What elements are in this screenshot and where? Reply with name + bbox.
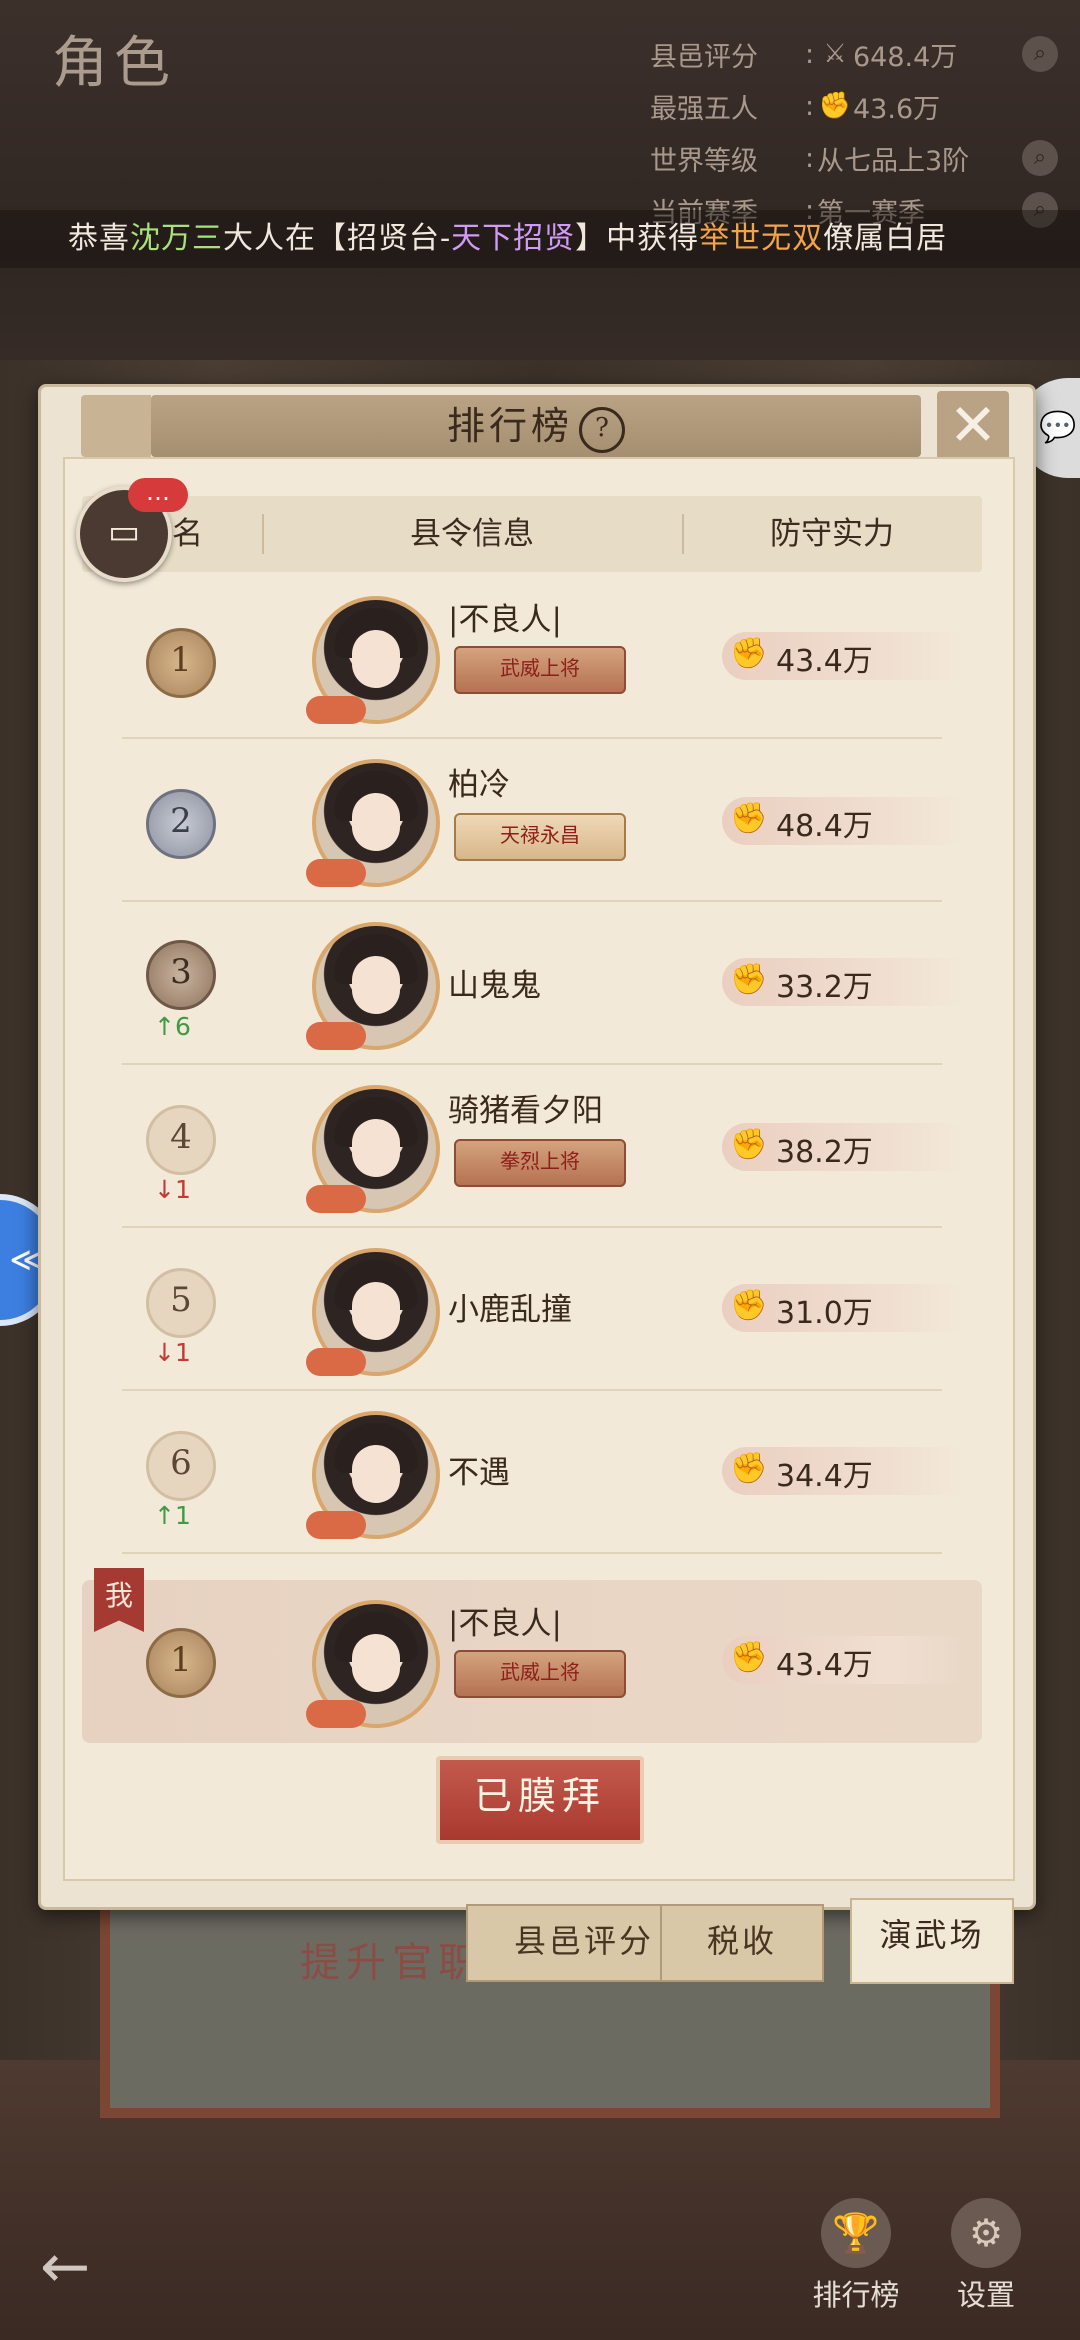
title-badge: 天禄永昌 — [454, 813, 626, 861]
stat-county-score: 县邑评分 : ⚔ 648.4万 ⌕ — [650, 28, 1070, 80]
avatar[interactable] — [306, 1411, 440, 1539]
stat-value: 43.6万 — [853, 93, 941, 125]
player-name: 骑猪看夕阳 — [448, 1093, 603, 1129]
search-icon[interactable]: ⌕ — [1022, 140, 1058, 176]
tab-tax[interactable]: 税收 — [660, 1904, 824, 1982]
leaderboard-tabs: 县邑评分 税收 演武场 — [90, 1898, 1014, 2104]
me-flag: 我 — [94, 1568, 144, 1632]
fist-icon: ✊ — [730, 1127, 768, 1162]
close-button[interactable]: ✕ — [937, 391, 1009, 463]
my-rank-row[interactable]: 我 1 |不良人| 武威上将 ✊ 43.4万 — [82, 1568, 982, 1743]
defense-power: ✊ 33.2万 — [722, 958, 962, 1006]
player-name: 山鬼鬼 — [448, 968, 541, 1004]
table-row[interactable]: 5 ↓1 小鹿乱撞 ✊ 31.0万 — [82, 1228, 982, 1391]
title-badge: 拳烈上将 — [454, 1139, 626, 1187]
notification-badge: … — [128, 478, 188, 512]
rank-change-down: ↓1 — [154, 1338, 191, 1367]
table-row[interactable]: 2 柏冷 天禄永昌 ✊ 48.4万 — [82, 739, 982, 902]
avatar[interactable] — [306, 922, 440, 1050]
stat-label: 最强五人 — [650, 93, 758, 125]
item-name: 举世无双 — [699, 221, 824, 256]
player-name: 小鹿乱撞 — [448, 1292, 572, 1328]
fist-icon: ✊ — [730, 962, 768, 997]
player-name: 沈万三 — [130, 221, 223, 256]
nav-leaderboard[interactable]: 🏆 排行榜 — [796, 2198, 916, 2312]
gear-icon: ⚙ — [951, 2198, 1021, 2268]
rank-change-down: ↓1 — [154, 1175, 191, 1204]
avatar[interactable] — [306, 1085, 440, 1213]
fist-icon: ✊ — [730, 801, 768, 836]
rank-medal: 4 — [146, 1105, 216, 1175]
table-row[interactable]: 4 ↓1 骑猪看夕阳 拳烈上将 ✊ 38.2万 — [82, 1065, 982, 1228]
announcement-marquee: 恭喜沈万三大人在【招贤台-天下招贤】中获得举世无双僚属白居 — [0, 210, 1080, 268]
fist-icon: ✊ — [730, 636, 768, 671]
stat-label: 县邑评分 — [650, 41, 758, 73]
tab-arena[interactable]: 演武场 — [850, 1898, 1014, 1984]
panel-header: 排行榜? — [151, 395, 921, 457]
avatar[interactable] — [306, 1600, 440, 1728]
panel-title: 排行榜? — [151, 395, 921, 457]
page-title: 角色 — [52, 31, 176, 96]
defense-power: ✊ 38.2万 — [722, 1123, 962, 1171]
trophy-icon: 🏆 — [821, 2198, 891, 2268]
defense-power: ✊ 34.4万 — [722, 1447, 962, 1495]
table-row[interactable]: 6 ↑1 不遇 ✊ 34.4万 — [82, 1391, 982, 1554]
column-power: 防守实力 — [770, 516, 894, 552]
column-header: 排名 县令信息 防守实力 — [82, 496, 982, 572]
title-badge: 武威上将 — [454, 1650, 626, 1698]
rank-medal: 3 — [146, 940, 216, 1010]
table-row[interactable]: 3 ↑6 山鬼鬼 ✊ 33.2万 — [82, 902, 982, 1065]
player-name: 不遇 — [448, 1455, 510, 1491]
stat-world-level: 世界等级 : 从七品上3阶 ⌕ — [650, 132, 1070, 184]
table-row[interactable]: 1 |不良人| 武威上将 ✊ 43.4万 — [82, 576, 982, 739]
fist-icon: ✊ — [730, 1288, 768, 1323]
title-badge: 武威上将 — [454, 646, 626, 694]
column-info: 县令信息 — [410, 516, 534, 552]
rank-medal: 6 — [146, 1431, 216, 1501]
player-name: 柏冷 — [448, 767, 510, 803]
stat-strongest-five: 最强五人 : ✊ 43.6万 — [650, 80, 1070, 132]
stats-panel: 县邑评分 : ⚔ 648.4万 ⌕ 最强五人 : ✊ 43.6万 世界等级 : … — [650, 28, 1070, 236]
rank-medal: 1 — [146, 628, 216, 698]
nav-settings[interactable]: ⚙ 设置 — [926, 2198, 1046, 2312]
fist-icon: ✊ — [730, 1640, 768, 1675]
event-name: 天下招贤 — [451, 221, 576, 256]
rank-change-up: ↑1 — [154, 1501, 191, 1530]
worship-button[interactable]: 已膜拜 — [436, 1756, 644, 1844]
defense-power: ✊ 43.4万 — [722, 1636, 962, 1684]
fist-icon: ✊ — [730, 1451, 768, 1486]
avatar[interactable] — [306, 596, 440, 724]
panel-corner — [81, 395, 151, 457]
defense-power: ✊ 43.4万 — [722, 632, 962, 680]
rank-medal: 2 — [146, 789, 216, 859]
rank-change-up: ↑6 — [154, 1012, 191, 1041]
defense-power: ✊ 48.4万 — [722, 797, 962, 845]
rank-medal: 5 — [146, 1268, 216, 1338]
back-arrow-icon[interactable]: ← — [40, 2232, 120, 2302]
help-icon[interactable]: ? — [579, 406, 625, 453]
crossed-swords-icon: ⚔ — [823, 39, 847, 69]
fist-icon: ✊ — [818, 91, 852, 121]
avatar[interactable] — [306, 759, 440, 887]
search-icon[interactable]: ⌕ — [1022, 36, 1058, 72]
player-name: |不良人| — [448, 1606, 562, 1642]
defense-power: ✊ 31.0万 — [722, 1284, 962, 1332]
player-name: |不良人| — [448, 602, 562, 638]
rank-medal: 1 — [146, 1628, 216, 1698]
stat-label: 世界等级 — [650, 145, 758, 177]
avatar[interactable] — [306, 1248, 440, 1376]
